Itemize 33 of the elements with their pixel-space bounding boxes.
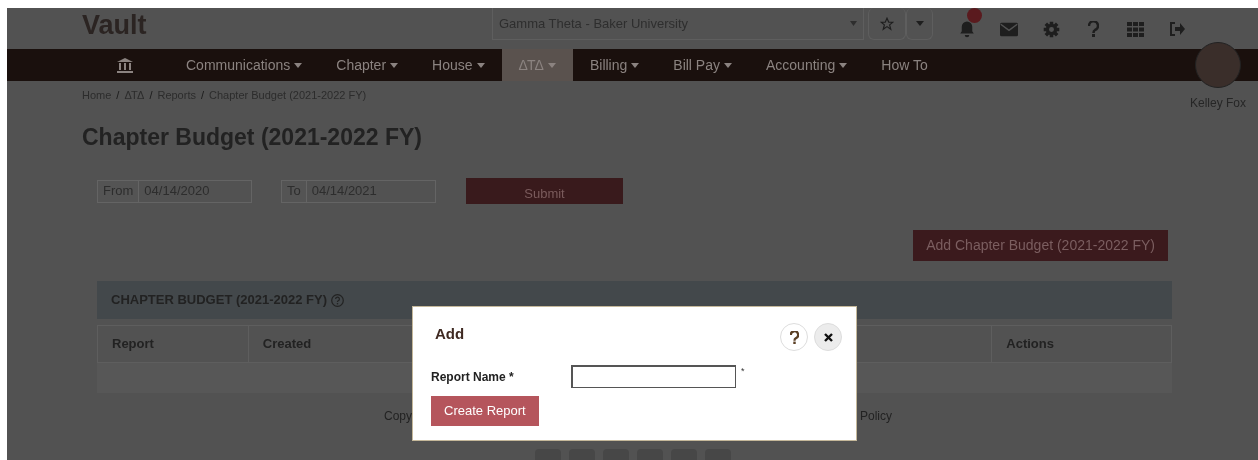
mail-icon[interactable] <box>1000 21 1018 37</box>
nav-menu-item[interactable]: Billing <box>572 49 657 81</box>
nav-menu-item[interactable]: Bill Pay <box>656 49 749 81</box>
nav-menu-item[interactable]: How To <box>864 49 945 81</box>
sign-out-icon[interactable] <box>1168 22 1186 36</box>
add-chapter-budget-button[interactable]: Add Chapter Budget (2021-2022 FY) <box>913 230 1168 261</box>
favorite-button[interactable] <box>868 8 906 40</box>
apps-grid-icon[interactable] <box>1126 21 1144 37</box>
breadcrumb-separator: / <box>149 89 153 101</box>
report-name-field[interactable] <box>571 365 736 388</box>
avatar-placeholder[interactable] <box>1195 42 1241 88</box>
caret-icon <box>915 21 924 26</box>
breadcrumb-separator: / <box>200 89 205 101</box>
help-button[interactable] <box>780 323 808 351</box>
help-circle-icon[interactable] <box>331 293 344 307</box>
create-report-button[interactable]: Create Report <box>431 396 539 426</box>
caret-icon[interactable] <box>850 21 857 26</box>
field-label: Report Name * <box>431 368 515 386</box>
favorites-dropdown-button[interactable] <box>906 8 933 40</box>
nav-menu-item[interactable]: House <box>415 49 502 81</box>
nav-menu-item[interactable]: Communications <box>169 49 320 81</box>
settings-icon[interactable] <box>1042 20 1060 38</box>
breadcrumb-separator: / <box>116 89 120 101</box>
notifications-icon[interactable] <box>958 20 976 38</box>
submit-button[interactable]: Submit <box>466 178 623 204</box>
nav-menu-item[interactable]: Chapter <box>319 49 416 81</box>
star-icon <box>880 16 894 31</box>
close-icon <box>823 332 833 342</box>
dialog-title: Add <box>435 325 465 343</box>
required-mark: * <box>741 365 745 378</box>
nav-menu-item[interactable]: Accounting <box>749 49 865 81</box>
question-mark-icon <box>789 330 799 344</box>
close-button[interactable] <box>814 323 842 351</box>
